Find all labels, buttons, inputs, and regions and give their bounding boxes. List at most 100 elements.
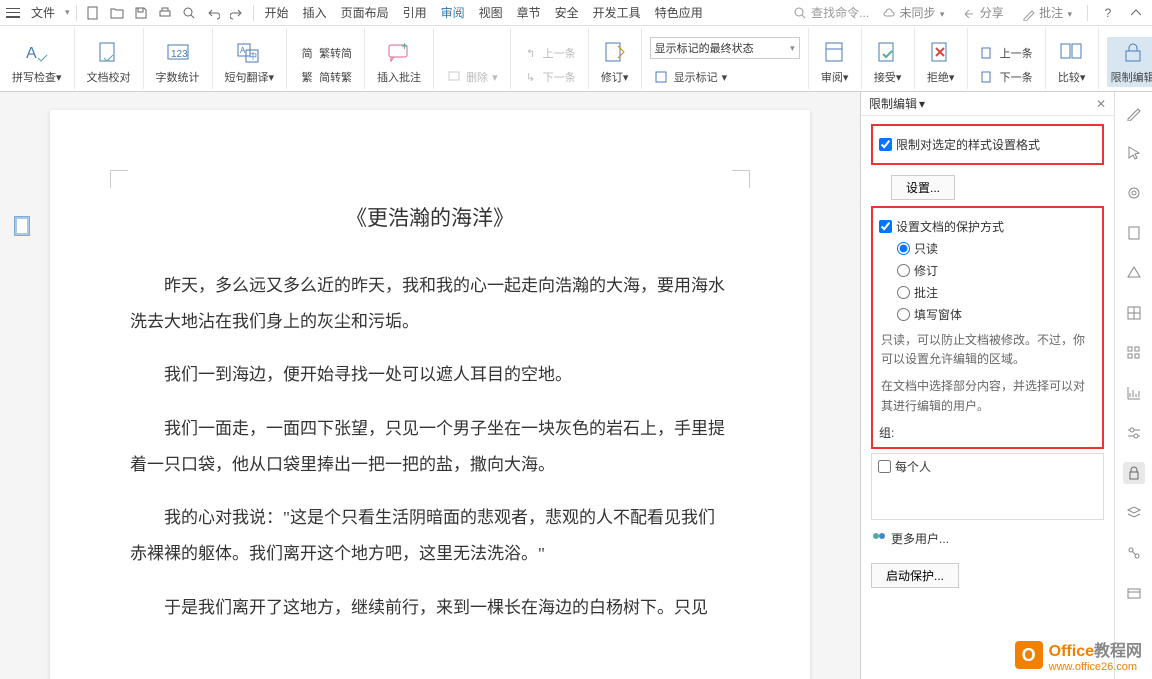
command-search[interactable]: 查找命令... <box>793 4 869 21</box>
tab-security[interactable]: 安全 <box>550 4 584 21</box>
simplified-button[interactable]: 简繁转简 <box>295 43 356 63</box>
tab-chapter[interactable]: 章节 <box>512 4 546 21</box>
prev-change-button[interactable]: 上一条 <box>976 43 1037 63</box>
track-changes-button[interactable]: 修订▾ <box>597 37 633 87</box>
group-label: 组: <box>879 424 1096 441</box>
reject-button[interactable]: 拒绝▾ <box>923 37 959 87</box>
chart-icon[interactable] <box>1123 382 1145 404</box>
compare-icon <box>1058 39 1086 67</box>
link-icon[interactable] <box>1123 542 1145 564</box>
marks-icon <box>654 69 670 85</box>
save-icon[interactable] <box>131 3 151 23</box>
svg-text:123: 123 <box>171 49 188 60</box>
tab-reference[interactable]: 引用 <box>398 4 432 21</box>
archive-icon[interactable] <box>1123 582 1145 604</box>
cloud-icon <box>882 7 896 21</box>
minimize-ribbon-icon[interactable] <box>1126 3 1146 23</box>
pencil-tool-icon[interactable] <box>1123 102 1145 124</box>
prev-comment-button[interactable]: ↰上一条 <box>519 43 580 63</box>
document-canvas[interactable]: 《更浩瀚的海洋》 昨天，多么远又多么近的昨天，我和我的心一起走向浩瀚的大海，要用… <box>0 92 860 679</box>
doc-title: 《更浩瀚的海洋》 <box>130 202 730 232</box>
file-menu[interactable]: 文件 <box>26 4 60 21</box>
radio-track[interactable]: 修订 <box>897 262 1096 279</box>
lock-icon <box>1119 39 1147 67</box>
reject-icon <box>927 39 955 67</box>
new-icon[interactable] <box>83 3 103 23</box>
more-users-link[interactable]: 更多用户... <box>871 530 1104 547</box>
next-comment-button[interactable]: ↳下一条 <box>519 67 580 87</box>
doc-paragraph: 我们一面走，一面四下张望，只见一个男子坐在一块灰色的岩石上，手里提着一只口袋，他… <box>130 411 730 482</box>
delete-comment-button[interactable]: 删除▾ <box>442 67 502 87</box>
sync-status[interactable]: 未同步 ▾ <box>877 4 949 21</box>
print-preview-icon[interactable] <box>179 3 199 23</box>
open-icon[interactable] <box>107 3 127 23</box>
review-pane-button[interactable]: 审阅▾ <box>817 37 853 87</box>
svg-text:中: 中 <box>249 51 257 61</box>
tab-review[interactable]: 审阅 <box>436 4 470 21</box>
everyone-checkbox[interactable]: 每个人 <box>872 454 1103 479</box>
tab-special[interactable]: 特色应用 <box>650 4 708 21</box>
restrict-format-checkbox[interactable]: 限制对选定的样式设置格式 <box>879 136 1096 153</box>
tab-view[interactable]: 视图 <box>474 4 508 21</box>
comments-button[interactable]: 批注 ▾ <box>1017 4 1077 21</box>
next-change-button[interactable]: 下一条 <box>976 67 1037 87</box>
protect-desc-1: 只读，可以防止文档被修改。不过，你可以设置允许编辑的区域。 <box>881 331 1096 369</box>
restrict-edit-button[interactable]: 限制编辑 <box>1107 37 1152 87</box>
tab-insert[interactable]: 插入 <box>298 4 332 21</box>
radio-comment[interactable]: 批注 <box>897 284 1096 301</box>
doc-paragraph: 我们一到海边，便开始寻找一处可以遮人耳目的空地。 <box>130 357 730 393</box>
start-protect-button[interactable]: 启动保护... <box>871 563 959 588</box>
doc-paragraph: 昨天，多么远又多么近的昨天，我和我的心一起走向浩瀚的大海，要用海水洗去大地沾在我… <box>130 268 730 339</box>
protect-doc-checkbox[interactable]: 设置文档的保护方式 <box>879 218 1096 235</box>
tab-start[interactable]: 开始 <box>260 4 294 21</box>
undo-icon[interactable] <box>203 3 223 23</box>
print-icon[interactable] <box>155 3 175 23</box>
document-page: 《更浩瀚的海洋》 昨天，多么远又多么近的昨天，我和我的心一起走向浩瀚的大海，要用… <box>50 110 810 679</box>
share-icon <box>962 7 976 21</box>
wordcount-button[interactable]: 123 字数统计 <box>152 37 204 87</box>
cursor-tool-icon[interactable] <box>1123 142 1145 164</box>
doc-paragraph: 于是我们离开了这地方，继续前行，来到一棵长在海边的白杨树下。只见 <box>130 590 730 626</box>
doccheck-button[interactable]: 文档校对 <box>83 37 135 87</box>
tab-devtools[interactable]: 开发工具 <box>588 4 646 21</box>
accept-button[interactable]: 接受▾ <box>870 37 906 87</box>
apps-icon[interactable] <box>1123 342 1145 364</box>
layers-icon[interactable] <box>1123 502 1145 524</box>
insert-comment-button[interactable]: + 插入批注 <box>373 37 425 87</box>
watermark-logo: O <box>1015 641 1043 669</box>
clipboard-icon[interactable] <box>1123 222 1145 244</box>
lock-panel-icon[interactable] <box>1123 462 1145 484</box>
doccheck-icon <box>95 39 123 67</box>
delete-icon <box>446 69 462 85</box>
next-icon: ↳ <box>523 69 539 85</box>
share-button[interactable]: 分享 <box>957 4 1008 21</box>
translate-button[interactable]: A中 短句翻译▾ <box>221 37 279 87</box>
main-area: 《更浩瀚的海洋》 昨天，多么远又多么近的昨天，我和我的心一起走向浩瀚的大海，要用… <box>0 92 1152 679</box>
spellcheck-icon: A <box>23 39 51 67</box>
compare-button[interactable]: 比较▾ <box>1054 37 1090 87</box>
redo-icon[interactable] <box>227 3 247 23</box>
settings-button[interactable]: 设置... <box>891 175 955 200</box>
radio-form[interactable]: 填写窗体 <box>897 306 1096 323</box>
sliders-icon[interactable] <box>1123 422 1145 444</box>
track-display-combo[interactable]: 显示标记的最终状态▾ <box>650 37 800 59</box>
shape-icon[interactable] <box>1123 262 1145 284</box>
grid-icon[interactable] <box>1123 302 1145 324</box>
page-tag-icon[interactable] <box>14 216 30 236</box>
search-placeholder: 查找命令... <box>811 4 869 21</box>
tab-pagelayout[interactable]: 页面布局 <box>336 4 394 21</box>
prev-change-icon <box>980 45 996 61</box>
radio-readonly[interactable]: 只读 <box>897 240 1096 257</box>
spellcheck-button[interactable]: A 拼写检查▾ <box>8 37 66 87</box>
traditional-button[interactable]: 繁简转繁 <box>295 67 356 87</box>
traditional-icon: 繁 <box>299 69 315 85</box>
gear-icon[interactable] <box>1123 182 1145 204</box>
comment-icon: + <box>385 39 413 67</box>
hamburger-icon[interactable] <box>6 8 20 18</box>
highlight-box-protection: 设置文档的保护方式 只读 修订 批注 填写窗体 只读，可以防止文档被修改。不过，… <box>871 206 1104 449</box>
right-icon-bar <box>1114 92 1152 679</box>
show-marks-button[interactable]: 显示标记▾ <box>650 67 800 87</box>
close-panel-icon[interactable]: ✕ <box>1096 97 1106 111</box>
help-icon[interactable]: ? <box>1098 3 1118 23</box>
group-list: 每个人 <box>871 453 1104 520</box>
